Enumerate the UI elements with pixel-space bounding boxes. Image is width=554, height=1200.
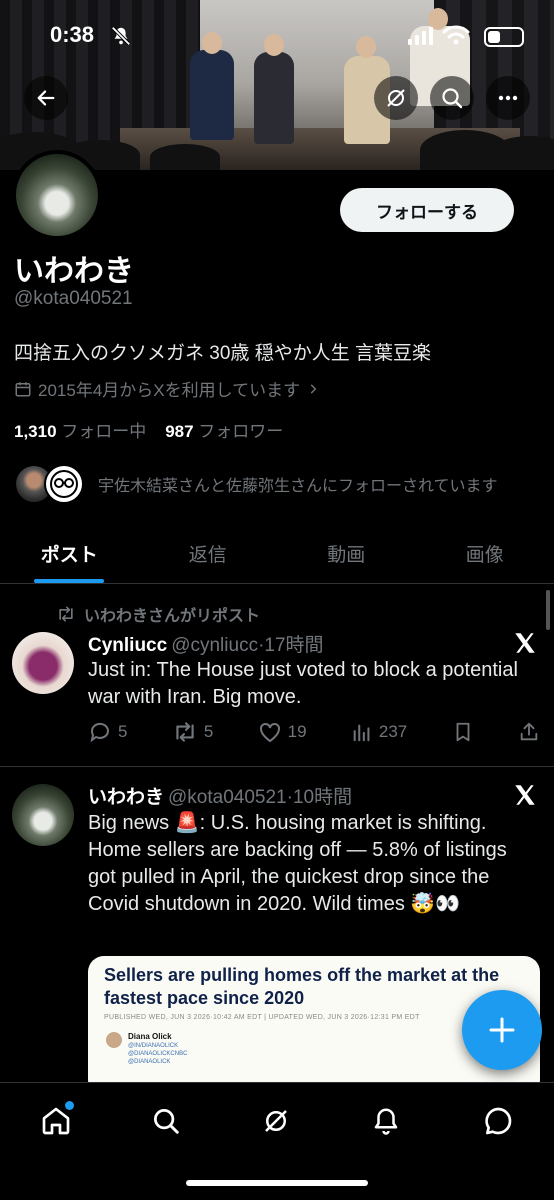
views-icon [353,724,370,742]
following-link[interactable]: 1,310 フォロー中 [14,422,146,441]
status-time: 0:38 [50,22,95,47]
followed-by-text: 宇佐木結菜さんと佐藤弥生さんにフォローされています [98,478,498,495]
more-icon [498,95,518,101]
back-arrow-icon [37,90,55,106]
tab-videos[interactable]: 動画 [277,528,416,583]
profile-display-name: いわわき [14,255,134,288]
views-button[interactable]: 237 [351,720,407,744]
glasses-face-icon [50,470,78,498]
chevron-right-icon [310,383,317,394]
nav-search[interactable] [146,1101,186,1141]
repost-button[interactable]: 5 [172,720,213,744]
card-author-sub: @DIANAOLICK [128,1059,171,1065]
heart-icon [259,722,280,743]
wifi-icon [442,25,470,45]
profile-joined[interactable]: 2015年4月からXを利用しています [14,376,320,401]
post-author-avatar[interactable] [12,632,74,694]
repost-icon [176,722,194,742]
search-icon [442,88,463,109]
banner-audience [490,136,554,170]
card-author-sub: @IN/DIANAOLICK [128,1043,179,1049]
followers-count: 987 [165,422,194,441]
grok-button[interactable] [374,76,418,120]
status-bar: 0:38 [0,22,554,52]
home-indicator[interactable] [186,1180,368,1186]
x-logo-icon[interactable] [512,782,538,808]
card-title: Sellers are pulling homes off the market… [104,965,500,1008]
grok-icon [387,89,405,107]
nav-home[interactable] [36,1101,76,1141]
post-author-handle: @kota040521 [168,787,287,808]
compose-button[interactable] [462,990,542,1070]
post-header: Cynliucc @cynliucc·17時間 [88,635,324,656]
like-count: 19 [287,722,307,741]
x-logo-icon[interactable] [512,630,538,656]
share-icon [520,722,538,741]
follow-counts: 1,310 フォロー中 987 フォロワー [14,417,283,442]
reply-button[interactable]: 5 [88,720,127,744]
repost-indicator: いわわきさんがリポスト [56,602,260,626]
notification-dot [65,1101,74,1110]
bookmark-icon [456,722,470,742]
follow-button[interactable]: フォローする [340,188,514,232]
bookmark-button[interactable] [452,720,474,744]
back-button[interactable] [24,76,68,120]
following-count: 1,310 [14,422,57,441]
profile-bio: 四捨五入のクソメガネ 30歳 穏やか人生 言葉豆楽 [14,343,431,364]
joined-text: 2015年4月からXを利用しています [38,381,301,400]
card-author-sub: @DIANAOLICKCNBC [128,1051,188,1057]
search-icon [154,1109,179,1134]
post-time: 10時間 [292,787,353,808]
nav-grok[interactable] [256,1101,296,1141]
chat-icon [485,1107,512,1135]
nav-messages[interactable] [478,1101,518,1141]
post-author-avatar[interactable] [12,784,74,846]
silent-bell-icon [111,26,131,46]
battery-icon [484,27,524,47]
reply-icon [90,722,109,743]
tab-posts[interactable]: ポスト [0,528,139,583]
post-header: いわわき @kota040521·10時間 [88,787,353,808]
profile-tabs: ポスト 返信 動画 画像 [0,528,554,584]
followed-by[interactable]: 宇佐木結菜さんと佐藤弥生さんにフォローされています [14,464,498,504]
banner-person [190,50,234,140]
nav-notifications[interactable] [366,1101,406,1141]
plus-icon [489,1017,515,1043]
signal-icon [408,27,433,45]
card-meta: PUBLISHED WED, JUN 3 2026·10:42 AM EDT |… [104,1014,420,1021]
scrollbar[interactable] [546,590,550,630]
repost-count: 5 [203,722,214,741]
banner-audience [150,144,220,170]
post-text: Just in: The House just voted to block a… [88,659,518,708]
search-button[interactable] [430,76,474,120]
card-author-avatar [106,1032,122,1048]
post-actions: 5 5 19 237 [88,720,540,744]
followers-label: フォロワー [198,422,284,441]
post-divider [0,766,554,767]
profile-avatar[interactable] [12,150,102,240]
reply-count: 5 [118,722,128,741]
calendar-icon [15,381,31,396]
post-author-handle: @cynliucc [171,635,259,656]
grok-icon [265,1110,287,1132]
following-label: フォロー中 [61,422,147,441]
banner-person [254,52,294,144]
follower-avatar [44,464,84,504]
post-time: 17時間 [264,635,324,656]
card-author: Diana Olick [128,1032,172,1041]
more-button[interactable] [486,76,530,120]
post-author-name[interactable]: いわわき [88,787,164,808]
repost-icon [59,606,73,622]
tab-images[interactable]: 画像 [416,528,554,583]
profile-handle: @kota040521 [14,288,133,309]
view-count: 237 [378,722,408,741]
share-button[interactable] [518,720,540,744]
bell-icon [374,1108,398,1135]
like-button[interactable]: 19 [258,720,307,744]
post-text: Big news 🚨: U.S. housing market is shift… [88,812,507,915]
post-author-name[interactable]: Cynliucc [88,635,167,656]
tab-replies[interactable]: 返信 [139,528,278,583]
followers-link[interactable]: 987 フォロワー [165,422,283,441]
repost-label: いわわきさんがリポスト [84,608,261,625]
